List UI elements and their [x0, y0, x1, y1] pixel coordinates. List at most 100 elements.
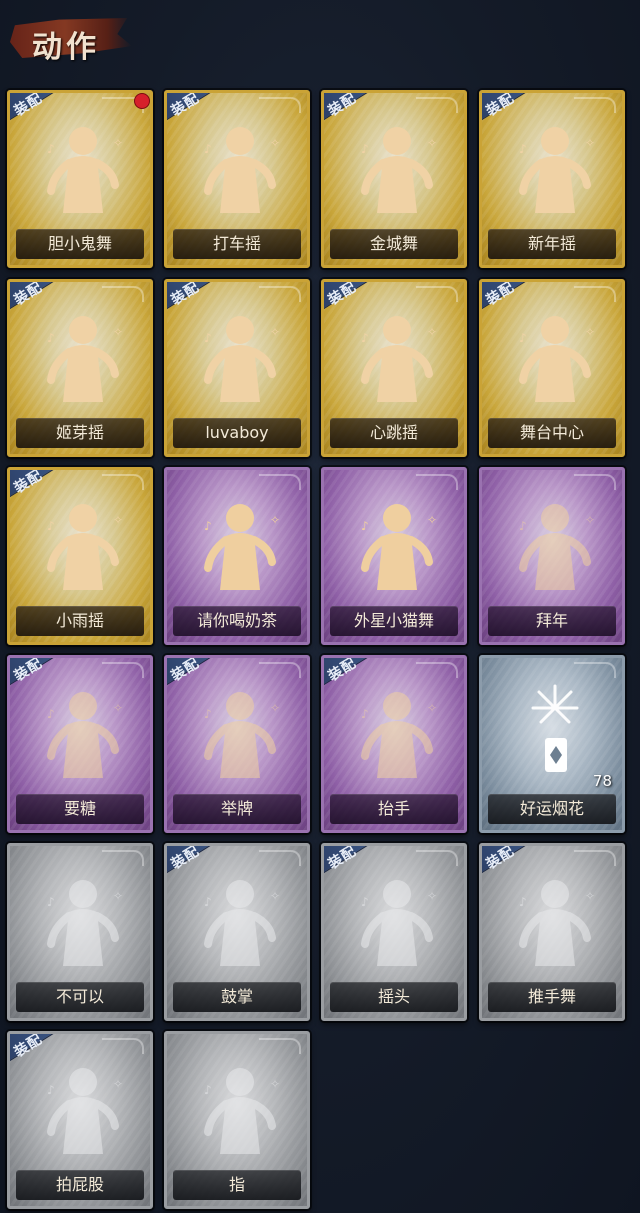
svg-text:♪: ♪: [47, 519, 55, 533]
equipped-badge: 装配: [324, 282, 373, 319]
emote-card[interactable]: ♪ ✧ 舞台中心 装配: [479, 279, 625, 457]
emote-card[interactable]: ♪ ✧ 指: [164, 1031, 310, 1209]
svg-text:♪: ♪: [204, 895, 212, 909]
item-count: 78: [592, 772, 612, 790]
svg-text:♪: ♪: [519, 142, 527, 156]
svg-text:✧: ✧: [427, 701, 437, 715]
card-frame-ornament: [416, 474, 458, 490]
emote-name: 不可以: [16, 982, 144, 1012]
svg-text:✧: ✧: [270, 513, 280, 527]
emote-card[interactable]: ♪ ✧ 要糖 装配: [7, 655, 153, 833]
card-frame-ornament: [102, 662, 144, 678]
emote-card[interactable]: ♪ ✧ 拍屁股 装配: [7, 1031, 153, 1209]
equipped-badge: 装配: [324, 846, 373, 883]
svg-text:✧: ✧: [113, 1077, 123, 1091]
emote-name: 抬手: [330, 794, 458, 824]
notification-dot: [134, 93, 150, 109]
emote-card[interactable]: ♪ ✧ 外星小猫舞: [321, 467, 467, 645]
equipped-badge: 装配: [167, 93, 216, 130]
new-year-greeting-icon: ♪ ✧: [505, 490, 605, 600]
svg-text:♪: ♪: [204, 707, 212, 721]
card-frame-ornament: [102, 474, 144, 490]
emote-card[interactable]: ♪ ✧ 新年摇 装配: [479, 90, 625, 268]
emote-card[interactable]: ♪ ✧ 推手舞 装配: [479, 843, 625, 1021]
emote-name: 金城舞: [330, 229, 458, 259]
svg-text:✧: ✧: [427, 513, 437, 527]
svg-text:✧: ✧: [113, 889, 123, 903]
svg-text:♪: ♪: [204, 519, 212, 533]
emote-name: 心跳摇: [330, 418, 458, 448]
equipped-badge: 装配: [167, 846, 216, 883]
svg-text:♪: ♪: [204, 1083, 212, 1097]
emote-name: 小雨摇: [16, 606, 144, 636]
svg-text:♪: ♪: [361, 519, 369, 533]
svg-text:♪: ♪: [519, 895, 527, 909]
emote-name: 拍屁股: [16, 1170, 144, 1200]
emote-name: 鼓掌: [173, 982, 301, 1012]
emote-name: 舞台中心: [488, 418, 616, 448]
emote-card[interactable]: 好运烟花 78: [479, 655, 625, 833]
card-frame-ornament: [259, 474, 301, 490]
equipped-badge: 装配: [10, 93, 59, 130]
emote-card[interactable]: ♪ ✧ 姬芽摇 装配: [7, 279, 153, 457]
equipped-badge: 装配: [324, 658, 373, 695]
alien-cat-dance-icon: ♪ ✧: [347, 490, 447, 600]
svg-text:♪: ♪: [361, 142, 369, 156]
emote-card[interactable]: ♪ ✧ 举牌 装配: [164, 655, 310, 833]
emote-card[interactable]: ♪ ✧ 心跳摇 装配: [321, 279, 467, 457]
card-frame-ornament: [416, 97, 458, 113]
svg-text:✧: ✧: [427, 889, 437, 903]
svg-text:✧: ✧: [585, 513, 595, 527]
emote-name: 摇头: [330, 982, 458, 1012]
equipped-badge: 装配: [482, 93, 531, 130]
svg-text:✧: ✧: [585, 325, 595, 339]
svg-text:✧: ✧: [113, 136, 123, 150]
emote-card[interactable]: ♪ ✧ 打车摇 装配: [164, 90, 310, 268]
equipped-badge: 装配: [10, 1034, 59, 1071]
emote-card[interactable]: ♪ ✧ 鼓掌 装配: [164, 843, 310, 1021]
card-frame-ornament: [259, 97, 301, 113]
emote-name: 拜年: [488, 606, 616, 636]
card-frame-ornament: [259, 850, 301, 866]
svg-text:✧: ✧: [113, 513, 123, 527]
card-frame-ornament: [574, 850, 616, 866]
emote-card[interactable]: ♪ ✧ 胆小鬼舞 装配: [7, 90, 153, 268]
section-header: 动作: [10, 12, 132, 65]
emote-card[interactable]: ♪ ✧ 金城舞 装配: [321, 90, 467, 268]
card-frame-ornament: [416, 286, 458, 302]
emote-card[interactable]: ♪ ✧ 小雨摇 装配: [7, 467, 153, 645]
card-frame-ornament: [574, 286, 616, 302]
emote-card[interactable]: ♪ ✧ luvaboy 装配: [164, 279, 310, 457]
card-frame-ornament: [102, 1038, 144, 1054]
card-frame-ornament: [102, 286, 144, 302]
emote-card[interactable]: ♪ ✧ 不可以: [7, 843, 153, 1021]
firework-icon: [505, 678, 605, 788]
svg-text:✧: ✧: [113, 325, 123, 339]
card-frame-ornament: [574, 662, 616, 678]
emote-card[interactable]: ♪ ✧ 抬手 装配: [321, 655, 467, 833]
finger-wag-icon: ♪ ✧: [33, 866, 133, 976]
emote-card[interactable]: ♪ ✧ 拜年: [479, 467, 625, 645]
svg-text:✧: ✧: [585, 136, 595, 150]
equipped-badge: 装配: [324, 93, 373, 130]
svg-text:♪: ♪: [204, 331, 212, 345]
point-icon: ♪ ✧: [190, 1054, 290, 1164]
emote-card[interactable]: ♪ ✧ 摇头 装配: [321, 843, 467, 1021]
card-frame-ornament: [574, 474, 616, 490]
card-frame-ornament: [416, 662, 458, 678]
svg-text:✧: ✧: [427, 136, 437, 150]
equipped-badge: 装配: [10, 658, 59, 695]
svg-text:♪: ♪: [204, 142, 212, 156]
svg-text:♪: ♪: [47, 1083, 55, 1097]
card-frame-ornament: [574, 97, 616, 113]
svg-text:♪: ♪: [47, 331, 55, 345]
card-frame-ornament: [102, 850, 144, 866]
emote-card[interactable]: ♪ ✧ 请你喝奶茶: [164, 467, 310, 645]
equipped-badge: 装配: [167, 658, 216, 695]
emote-name: 姬芽摇: [16, 418, 144, 448]
emote-name: 指: [173, 1170, 301, 1200]
svg-text:♪: ♪: [47, 707, 55, 721]
equipped-badge: 装配: [482, 282, 531, 319]
svg-text:✧: ✧: [113, 701, 123, 715]
svg-text:♪: ♪: [519, 331, 527, 345]
